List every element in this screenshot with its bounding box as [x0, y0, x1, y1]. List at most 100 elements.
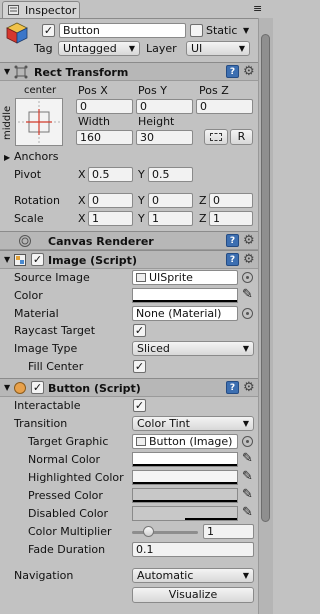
- image-script-header[interactable]: ▼ ✓ Image (Script) ? ⚙: [0, 250, 258, 269]
- highlighted-color-label: Highlighted Color: [28, 471, 124, 484]
- interactable-checkbox[interactable]: ✓: [133, 399, 146, 412]
- help-icon[interactable]: ?: [226, 65, 239, 78]
- source-image-field[interactable]: UISprite: [132, 270, 238, 285]
- image-help-icon[interactable]: ?: [226, 253, 239, 266]
- pressed-color-swatch[interactable]: [132, 488, 238, 503]
- target-graphic-field[interactable]: Button (Image): [132, 434, 238, 449]
- button-fold-icon[interactable]: ▼: [4, 383, 10, 393]
- color-multiplier-slider-thumb[interactable]: [143, 526, 154, 537]
- fade-duration-field[interactable]: 0.1: [132, 542, 254, 557]
- tag-label: Tag: [34, 42, 53, 55]
- material-field[interactable]: None (Material): [132, 306, 238, 321]
- button-gear-icon[interactable]: ⚙: [243, 381, 255, 394]
- height-field[interactable]: 30: [136, 130, 193, 145]
- scale-x-field[interactable]: 1: [88, 211, 133, 226]
- pivot-label: Pivot: [14, 168, 42, 181]
- navigation-dropdown[interactable]: Automatic ▼: [132, 568, 254, 583]
- pivot-y-field[interactable]: 0.5: [148, 167, 193, 182]
- canvas-renderer-help-icon[interactable]: ?: [226, 234, 239, 247]
- pivot-x-field[interactable]: 0.5: [88, 167, 133, 182]
- script-icon: [14, 254, 26, 266]
- pos-y-field[interactable]: 0: [136, 99, 193, 114]
- inspector-tab-label: Inspector: [25, 4, 77, 17]
- highlighted-color-swatch[interactable]: [132, 470, 238, 485]
- source-image-object-picker-icon[interactable]: [242, 272, 253, 283]
- image-type-arrow-icon: ▼: [242, 344, 249, 353]
- active-checkbox[interactable]: ✓: [42, 24, 55, 37]
- rotation-y-field[interactable]: 0: [148, 193, 193, 208]
- rect-transform-icon: [14, 65, 28, 79]
- target-graphic-object-picker-icon[interactable]: [242, 436, 253, 447]
- layer-label: Layer: [146, 42, 177, 55]
- image-fold-icon[interactable]: ▼: [4, 255, 10, 265]
- material-label: Material: [14, 307, 59, 320]
- color-multiplier-field[interactable]: 1: [203, 524, 254, 539]
- image-gear-icon[interactable]: ⚙: [243, 253, 255, 266]
- disabled-color-alpha-bar: [185, 518, 237, 520]
- rect-transform-fold-icon[interactable]: ▼: [4, 67, 10, 77]
- pos-z-field[interactable]: 0: [196, 99, 253, 114]
- visualize-button[interactable]: Visualize: [132, 587, 254, 603]
- pressed-color-label: Pressed Color: [28, 489, 103, 502]
- color-label: Color: [14, 289, 43, 302]
- transition-dropdown[interactable]: Color Tint ▼: [132, 416, 254, 431]
- raycast-target-label: Raycast Target: [14, 324, 96, 337]
- static-checkbox[interactable]: [190, 24, 203, 37]
- gear-icon[interactable]: ⚙: [243, 65, 255, 78]
- pressed-color-eyedropper-icon[interactable]: ✎: [242, 488, 253, 501]
- anchors-label[interactable]: Anchors: [14, 150, 59, 163]
- rotation-x-field[interactable]: 0: [88, 193, 133, 208]
- transition-label: Transition: [14, 417, 68, 430]
- material-object-picker-icon[interactable]: [242, 308, 253, 319]
- pos-y-label: Pos Y: [138, 84, 167, 97]
- object-name-field[interactable]: Button: [59, 23, 186, 38]
- canvas-renderer-gear-icon[interactable]: ⚙: [243, 234, 255, 247]
- fade-duration-label: Fade Duration: [28, 543, 106, 556]
- rect-transform-header[interactable]: ▼ Rect Transform ? ⚙: [0, 62, 258, 81]
- rotation-z-field[interactable]: 0: [209, 193, 253, 208]
- normal-color-swatch[interactable]: [132, 452, 238, 467]
- active-check-glyph: ✓: [43, 24, 54, 37]
- tag-dropdown-arrow-icon: ▼: [128, 44, 135, 53]
- image-eyedropper-icon[interactable]: ✎: [242, 288, 253, 301]
- width-field[interactable]: 160: [76, 130, 133, 145]
- scale-y-axis-label: Y: [138, 212, 145, 225]
- image-color-swatch[interactable]: [132, 288, 238, 303]
- scale-y-field[interactable]: 1: [148, 211, 193, 226]
- tag-dropdown[interactable]: Untagged ▼: [58, 41, 140, 56]
- highlighted-color-alpha-bar: [133, 482, 237, 484]
- normal-color-label: Normal Color: [28, 453, 101, 466]
- inspector-tab[interactable]: Inspector: [2, 1, 80, 18]
- pivot-y-axis-label: Y: [138, 168, 145, 181]
- normal-color-eyedropper-icon[interactable]: ✎: [242, 452, 253, 465]
- anchor-presets-button[interactable]: [15, 98, 63, 146]
- rotation-x-axis-label: X: [78, 194, 86, 207]
- highlighted-color-eyedropper-icon[interactable]: ✎: [242, 470, 253, 483]
- button-enabled-checkbox[interactable]: ✓: [31, 381, 44, 394]
- scale-z-field[interactable]: 1: [209, 211, 253, 226]
- color-multiplier-slider-track[interactable]: [132, 531, 198, 534]
- fill-center-checkbox[interactable]: ✓: [133, 360, 146, 373]
- image-color-alpha-bar: [133, 300, 237, 302]
- inspector-icon: [8, 5, 19, 15]
- button-script-header[interactable]: ▼ ✓ Button (Script) ? ⚙: [0, 378, 258, 397]
- raycast-target-checkbox[interactable]: ✓: [133, 324, 146, 337]
- scrollbar-thumb[interactable]: [261, 34, 270, 522]
- fill-center-label: Fill Center: [28, 360, 84, 373]
- raw-edit-button[interactable]: R: [230, 129, 253, 145]
- image-enabled-checkbox[interactable]: ✓: [31, 253, 44, 266]
- panel-menu-icon[interactable]: ≡: [253, 2, 262, 15]
- image-script-title: Image (Script): [48, 254, 137, 267]
- canvas-renderer-header[interactable]: Canvas Renderer ? ⚙: [0, 231, 258, 250]
- disabled-color-eyedropper-icon[interactable]: ✎: [242, 506, 253, 519]
- static-dropdown-icon[interactable]: ▼: [243, 26, 249, 35]
- button-help-icon[interactable]: ?: [226, 381, 239, 394]
- disabled-color-swatch[interactable]: [132, 506, 238, 521]
- layer-dropdown[interactable]: UI ▼: [186, 41, 250, 56]
- anchors-fold-icon[interactable]: ▶: [4, 153, 10, 163]
- blueprint-mode-button[interactable]: [204, 129, 228, 145]
- pos-x-field[interactable]: 0: [76, 99, 133, 114]
- image-type-dropdown[interactable]: Sliced ▼: [132, 341, 254, 356]
- navigation-value: Automatic: [137, 569, 194, 582]
- target-graphic-label: Target Graphic: [28, 435, 109, 448]
